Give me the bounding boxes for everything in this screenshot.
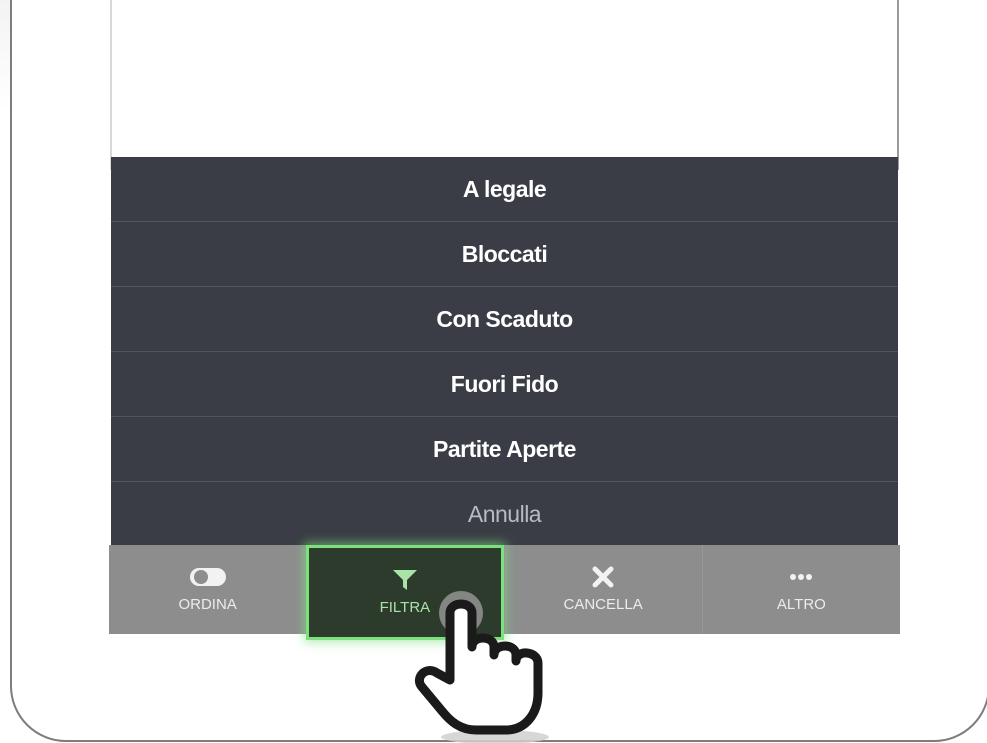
filter-option-bloccati[interactable]: Bloccati — [111, 222, 898, 287]
filter-option-con-scaduto[interactable]: Con Scaduto — [111, 287, 898, 352]
toggle-icon — [189, 566, 227, 588]
hand-pointer-icon — [414, 591, 549, 743]
screen-edge — [897, 0, 899, 170]
filter-action-sheet: A legale Bloccati Con Scaduto Fuori Fido… — [111, 157, 898, 545]
ordina-button[interactable]: ORDINA — [109, 545, 306, 634]
close-icon — [591, 566, 615, 588]
altro-label: ALTRO — [776, 596, 826, 613]
filter-option-fuori-fido[interactable]: Fuori Fido — [111, 352, 898, 417]
filter-option-partite-aperte[interactable]: Partite Aperte — [111, 417, 898, 482]
cancella-label: CANCELLA — [563, 596, 643, 613]
altro-button[interactable]: ALTRO — [701, 545, 900, 634]
filter-option-a-legale[interactable]: A legale — [111, 157, 898, 222]
screen-edge — [110, 0, 112, 170]
cancel-button[interactable]: Annulla — [111, 482, 898, 546]
more-icon — [788, 566, 814, 588]
ordina-label: ORDINA — [178, 596, 237, 613]
